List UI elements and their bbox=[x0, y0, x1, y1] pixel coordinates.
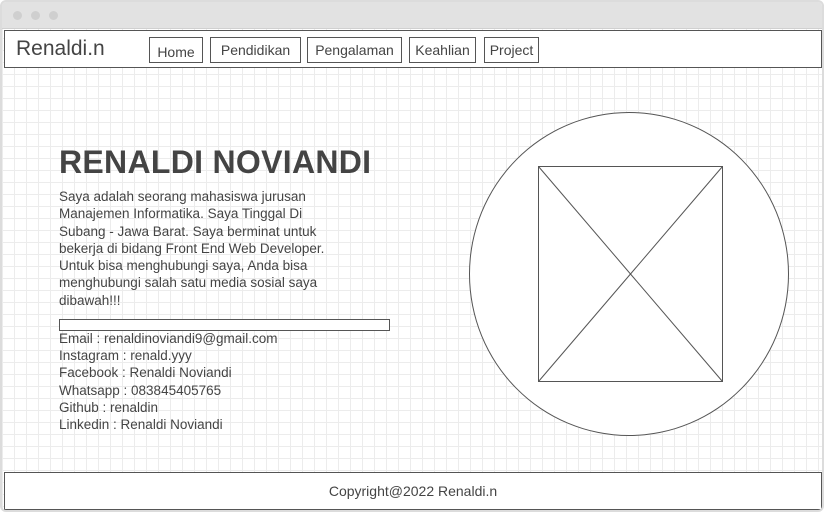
brand-logo[interactable]: Renaldi.n bbox=[16, 37, 105, 61]
intro-paragraph: Saya adalah seorang mahasiswa jurusan Ma… bbox=[59, 188, 359, 309]
contact-instagram[interactable]: Instagram : renald.yyy bbox=[59, 347, 278, 364]
intro-line: menghubungi salah satu media sosial saya bbox=[59, 275, 318, 291]
nav-pendidikan[interactable]: Pendidikan bbox=[210, 37, 301, 63]
intro-line: Subang - Jawa Barat. Saya berminat untuk bbox=[59, 223, 317, 239]
minimize-dot[interactable] bbox=[31, 11, 40, 20]
close-dot[interactable] bbox=[13, 11, 22, 20]
nav-pengalaman[interactable]: Pengalaman bbox=[307, 37, 402, 63]
contact-list: Email : renaldinoviandi9@gmail.com Insta… bbox=[59, 330, 278, 433]
nav-keahlian[interactable]: Keahlian bbox=[409, 37, 476, 63]
nav-home[interactable]: Home bbox=[149, 37, 203, 63]
image-placeholder-icon bbox=[538, 166, 723, 382]
intro-line: dibawah!!! bbox=[59, 292, 121, 308]
hero-name: RENALDI NOVIANDI bbox=[59, 144, 372, 180]
intro-line: Untuk bisa menghubungi saya, Anda bisa bbox=[59, 258, 308, 274]
contact-github[interactable]: Github : renaldin bbox=[59, 399, 278, 416]
footer: Copyright@2022 Renaldi.n bbox=[4, 472, 822, 510]
contact-whatsapp[interactable]: Whatsapp : 083845405765 bbox=[59, 382, 278, 399]
intro-line: Manajemen Informatika. Saya Tinggal Di bbox=[59, 206, 303, 222]
maximize-dot[interactable] bbox=[49, 11, 58, 20]
contact-linkedin[interactable]: Linkedin : Renaldi Noviandi bbox=[59, 416, 278, 433]
contact-facebook[interactable]: Facebook : Renaldi Noviandi bbox=[59, 364, 278, 381]
navbar: Renaldi.n Home Pendidikan Pengalaman Kea… bbox=[4, 30, 822, 68]
intro-line: bekerja di bidang Front End Web Develope… bbox=[59, 240, 325, 256]
browser-window: Renaldi.n Home Pendidikan Pengalaman Kea… bbox=[0, 0, 824, 512]
nav-project[interactable]: Project bbox=[484, 37, 539, 63]
contact-email[interactable]: Email : renaldinoviandi9@gmail.com bbox=[59, 330, 278, 347]
window-titlebar bbox=[2, 2, 822, 29]
intro-line: Saya adalah seorang mahasiswa jurusan bbox=[59, 189, 306, 204]
footer-copyright: Copyright@2022 Renaldi.n bbox=[328, 483, 498, 499]
